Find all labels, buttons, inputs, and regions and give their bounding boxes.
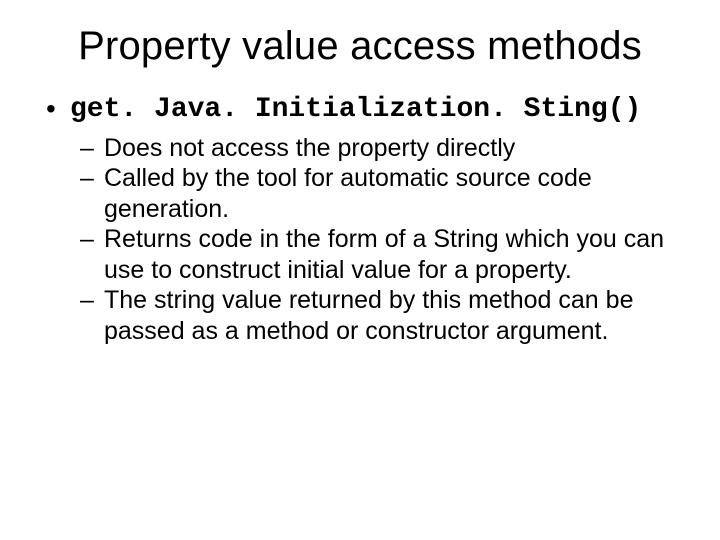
bullet-list-level2: – Does not access the property directly … [70, 133, 680, 347]
bullet-list-level1: • get. Java. Initialization. Sting() – D… [40, 93, 680, 346]
page-title: Property value access methods [40, 24, 680, 69]
slide: Property value access methods • get. Jav… [0, 0, 720, 540]
dash-icon: – [80, 133, 94, 164]
list-item: – The string value returned by this meth… [104, 285, 680, 346]
method-name: get. Java. Initialization. Sting() [70, 94, 641, 125]
list-text: Returns code in the form of a String whi… [104, 225, 664, 284]
list-text: Does not access the property directly [104, 134, 515, 162]
list-item: – Called by the tool for automatic sourc… [104, 163, 680, 224]
dash-icon: – [80, 163, 94, 194]
list-text: Called by the tool for automatic source … [104, 164, 592, 223]
list-item: • get. Java. Initialization. Sting() – D… [70, 93, 680, 346]
list-text: The string value returned by this method… [104, 286, 633, 345]
list-item: – Returns code in the form of a String w… [104, 224, 680, 285]
dash-icon: – [80, 285, 94, 316]
dash-icon: – [80, 224, 94, 255]
list-item: – Does not access the property directly [104, 133, 680, 164]
bullet-icon: • [46, 95, 56, 123]
